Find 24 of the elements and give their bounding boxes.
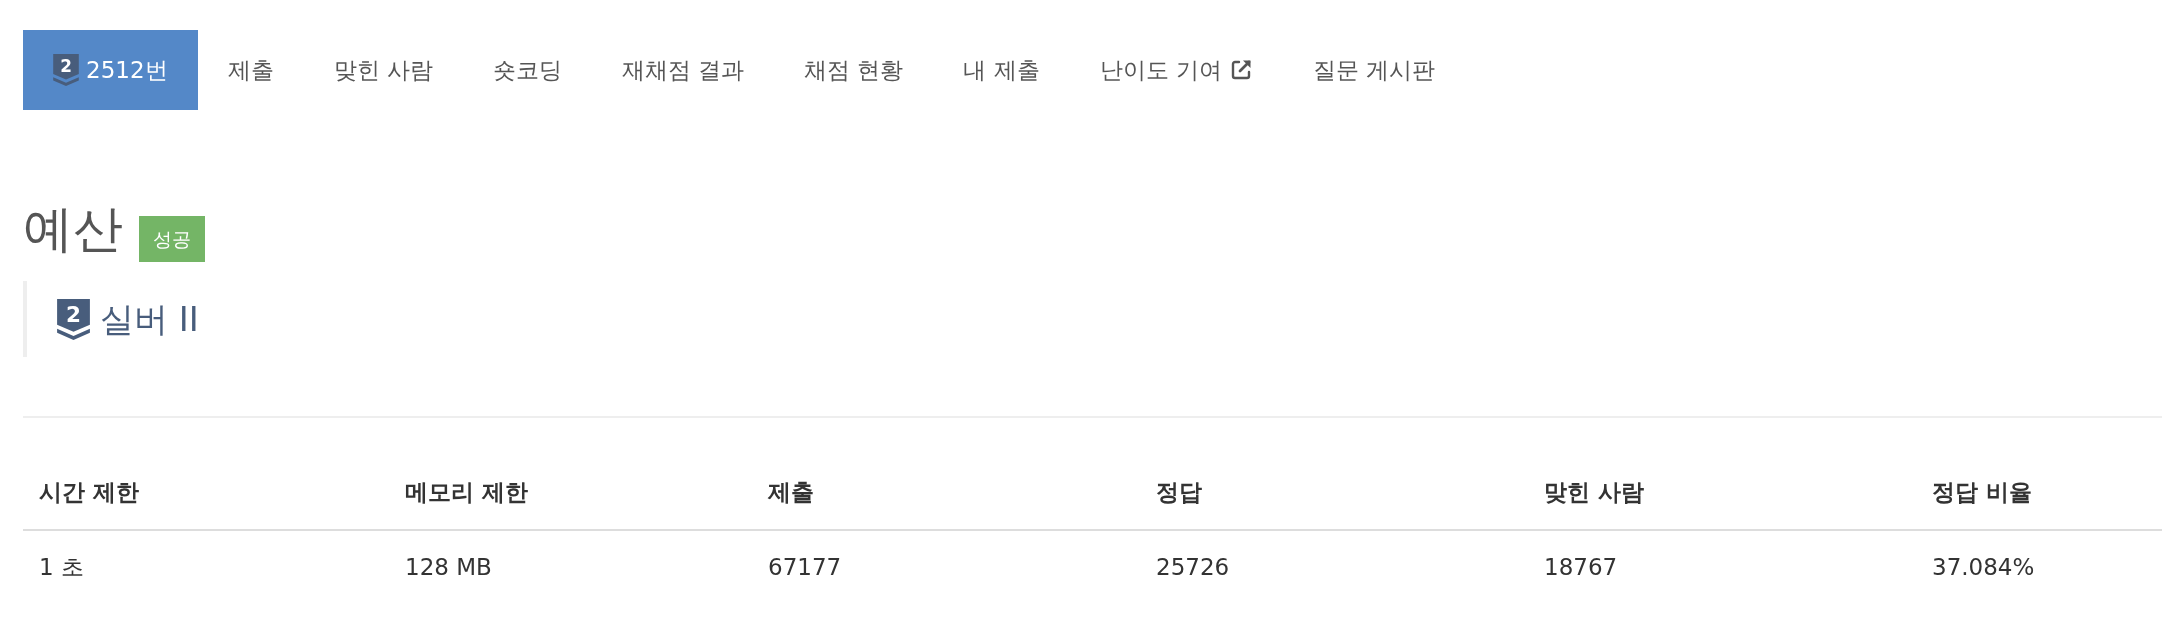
nav-tab[interactable]: 맞힌 사람 <box>303 30 463 110</box>
table-cell: 25726 <box>1140 530 1528 600</box>
column-header: 정답 <box>1140 461 1528 530</box>
column-header: 정답 비율 <box>1916 461 2162 530</box>
problem-title: 예산 <box>23 202 123 257</box>
column-header: 메모리 제한 <box>389 461 752 530</box>
result-badge: 성공 <box>139 216 205 262</box>
tier-name[interactable]: 실버 II <box>100 299 199 340</box>
nav-tab[interactable]: 2 2512번 <box>23 30 198 110</box>
nav-tab[interactable]: 숏코딩 <box>462 30 592 110</box>
nav-tab[interactable]: 제출 <box>197 30 304 110</box>
nav-tab[interactable]: 질문 게시판 <box>1283 30 1466 110</box>
table-cell: 18767 <box>1528 530 1916 600</box>
table-cell: 1 초 <box>23 530 389 600</box>
nav-tab[interactable]: 난이도 기여 <box>1069 30 1284 110</box>
column-header: 시간 제한 <box>23 461 389 530</box>
nav-tab[interactable]: 재채점 결과 <box>591 30 775 110</box>
column-header: 제출 <box>752 461 1140 530</box>
table-cell: 37.084% <box>1916 530 2162 600</box>
table-cell: 128 MB <box>389 530 752 600</box>
column-header: 맞힌 사람 <box>1528 461 1916 530</box>
nav-tab[interactable]: 채점 현황 <box>774 30 934 110</box>
nav-tab[interactable]: 내 제출 <box>933 30 1070 110</box>
table-cell: 67177 <box>752 530 1140 600</box>
